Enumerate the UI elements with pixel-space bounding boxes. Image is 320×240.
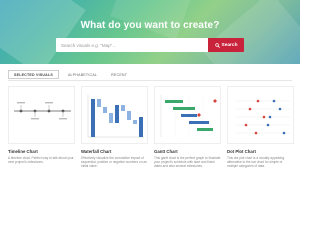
sort-tabs: Selected Visuals Alphabetical Recent (8, 70, 132, 79)
card-thumbnail[interactable] (227, 86, 294, 144)
card-description: This gantt chart is the perfect graph to… (154, 156, 221, 169)
tab-recent[interactable]: Recent (106, 70, 132, 79)
tab-alphabetical[interactable]: Alphabetical (63, 70, 102, 79)
waterfall-chart-icon (87, 95, 144, 138)
card-timeline-chart[interactable]: Timeline Chart A timeline chart. Perfect… (8, 86, 75, 196)
search-input[interactable] (56, 38, 208, 52)
search-button[interactable]: Search (208, 38, 244, 52)
card-description: A timeline chart. Perfect way to talk ab… (8, 156, 74, 165)
hero-banner: What do you want to create? Search (0, 0, 300, 64)
gantt-chart-icon (160, 95, 217, 137)
card-thumbnail[interactable] (81, 86, 148, 144)
card-waterfall-chart[interactable]: Waterfall Chart Effectively visualize th… (81, 86, 148, 196)
tab-selected-visuals[interactable]: Selected Visuals (8, 70, 59, 79)
card-thumbnail[interactable] (154, 86, 221, 144)
card-title[interactable]: Waterfall Chart (81, 149, 148, 154)
card-title[interactable]: Dot Plot Chart (227, 149, 294, 154)
card-description: Effectively visualize the cumulative imp… (81, 156, 147, 169)
card-thumbnail[interactable] (8, 86, 75, 144)
card-title[interactable]: Timeline Chart (8, 149, 75, 154)
hero-facet (201, 0, 300, 64)
dot-plot-chart-icon (236, 99, 290, 135)
search-bar: Search (56, 38, 244, 52)
search-button-label: Search (221, 42, 238, 48)
hero-facet (0, 0, 86, 64)
timeline-chart-icon (14, 102, 71, 120)
template-card-list: Timeline Chart A timeline chart. Perfect… (8, 86, 294, 196)
card-dot-plot-chart[interactable]: Dot Plot Chart This dot plot chart is a … (227, 86, 294, 196)
hero-title: What do you want to create? (80, 20, 220, 31)
card-gantt-chart[interactable]: Gantt Chart This gantt chart is the perf… (154, 86, 221, 196)
card-title[interactable]: Gantt Chart (154, 149, 221, 154)
tabs-divider (8, 79, 292, 81)
search-icon (214, 42, 220, 48)
card-description: This dot plot chart is a visually appeal… (227, 156, 285, 169)
